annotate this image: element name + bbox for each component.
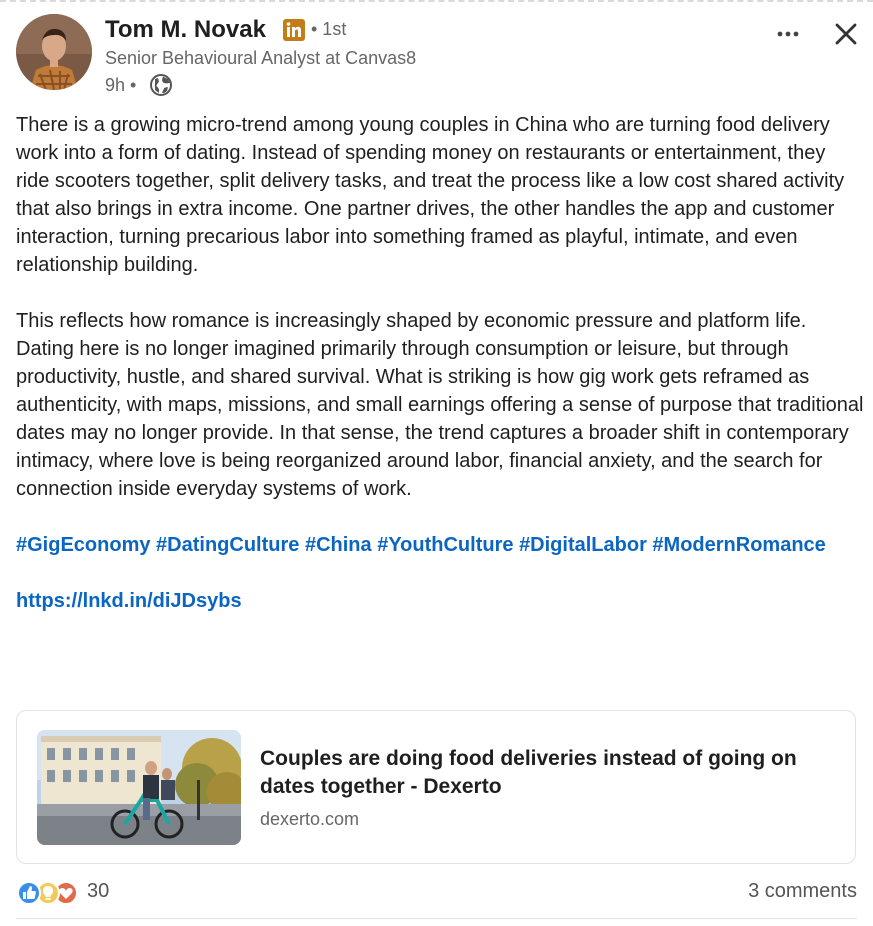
linkedin-premium-icon [283,19,305,41]
like-icon [17,881,41,905]
post-paragraph: This reflects how romance is increasingl… [16,310,864,500]
more-options-button[interactable] [770,16,806,52]
hashtag-link[interactable]: #China [305,534,372,556]
globe-icon [149,73,173,97]
author-headline: Senior Behavioural Analyst at Canvas8 [105,48,417,68]
reaction-icons[interactable] [16,880,80,906]
shortened-link[interactable]: https://lnkd.in/diJDsybs [16,590,242,612]
hashtag-link[interactable]: #DatingCulture [156,534,299,556]
card-title[interactable]: Couples are doing food deliveries instea… [260,745,845,801]
author-name[interactable]: Tom M. Novak [105,16,266,44]
hashtag-list: #GigEconomy #DatingCulture #China #Youth… [16,531,864,559]
connection-degree: • 1st [311,19,347,39]
card-source: dexerto.com [260,809,360,829]
top-divider [0,0,873,2]
hashtag-link[interactable]: #ModernRomance [652,534,825,556]
close-icon[interactable] [828,16,864,52]
article-thumbnail[interactable] [37,730,241,845]
reaction-count[interactable]: 30 [87,880,109,903]
hashtag-link[interactable]: #YouthCulture [377,534,513,556]
post-paragraph: There is a growing micro-trend among you… [16,114,845,276]
feed-post: Tom M. Novak • 1st Senior Behavioural An… [0,0,873,926]
hashtag-link[interactable]: #DigitalLabor [519,534,647,556]
author-avatar[interactable] [16,14,92,90]
post-timestamp: 9h • [105,75,137,95]
comments-count[interactable]: 3 comments [748,880,857,903]
post-text: There is a growing micro-trend among you… [16,111,864,615]
hashtag-link[interactable]: #GigEconomy [16,534,150,556]
footer-divider [16,918,857,919]
link-preview-card[interactable]: Couples are doing food deliveries instea… [16,710,856,864]
